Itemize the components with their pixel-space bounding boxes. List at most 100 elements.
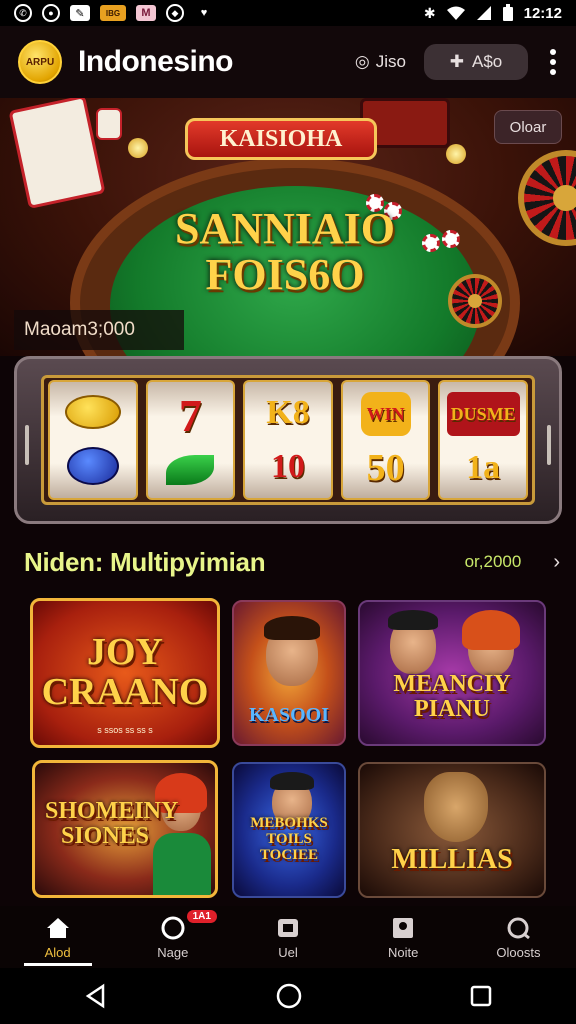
home-icon bbox=[44, 915, 72, 941]
game-title: JOY CRAANO bbox=[33, 631, 217, 713]
notification-badge: 1A1 bbox=[186, 910, 217, 923]
hero-action-button[interactable]: Oloar bbox=[494, 110, 562, 144]
status-system-icons: ✱ 12:12 bbox=[424, 4, 562, 22]
refresh-icon bbox=[504, 915, 532, 941]
hero-banner[interactable]: KAISIOHA SANNIAIO FOIS6O Oloar Maoam3;00… bbox=[0, 98, 576, 356]
slot-reel-1 bbox=[48, 380, 138, 500]
character-hair bbox=[388, 610, 438, 630]
battery-icon bbox=[502, 4, 513, 21]
slot-reels: 7 K8 10 WIN 50 DUSME 1a bbox=[41, 375, 535, 505]
playing-card-image bbox=[8, 98, 106, 210]
home-circle-icon[interactable] bbox=[275, 982, 303, 1010]
app-icon-orange: IBG bbox=[100, 5, 126, 21]
header-link-label: Jiso bbox=[375, 52, 406, 71]
game-title-text: JOY CRAANO bbox=[41, 631, 209, 713]
status-time: 12:12 bbox=[523, 4, 562, 22]
game-title: SHOMEINY SIONES bbox=[45, 798, 179, 850]
wallet-icon bbox=[274, 915, 302, 941]
win-symbol: WIN bbox=[360, 392, 411, 436]
section-count[interactable]: or,2000 bbox=[465, 552, 522, 572]
recents-icon[interactable] bbox=[469, 984, 493, 1008]
roulette-wheel-image bbox=[518, 150, 576, 246]
chat-icon bbox=[159, 915, 187, 941]
game-title: MILLIAS bbox=[391, 843, 513, 875]
reel-symbol: K8 bbox=[266, 394, 310, 431]
game-caption: s ssos ss ss s bbox=[97, 725, 153, 735]
character-hair bbox=[270, 772, 314, 790]
screenshot-icon: ✎ bbox=[70, 5, 90, 21]
nav-label: Nage bbox=[157, 944, 189, 960]
section-title: Niden: Multipyimian bbox=[24, 546, 266, 577]
seven-symbol: 7 bbox=[178, 389, 202, 441]
chevron-right-icon[interactable]: › bbox=[553, 551, 560, 574]
active-tab-indicator bbox=[23, 963, 92, 966]
slot-reel-2: 7 bbox=[145, 380, 236, 500]
status-bar: ✆ ● ✎ IBG M ◆ ♥ ✱ 12:12 bbox=[0, 0, 576, 26]
reel-symbol: 10 bbox=[270, 448, 305, 485]
wifi-icon bbox=[446, 6, 465, 20]
chip-decoration bbox=[422, 234, 440, 252]
character-hair bbox=[264, 616, 320, 640]
character-hair bbox=[462, 610, 520, 650]
logo-text: ARPU bbox=[25, 56, 55, 68]
nav-label: Oloosts bbox=[496, 944, 541, 960]
lemon-symbol bbox=[64, 395, 121, 429]
nav-item-accounts[interactable]: Oloosts bbox=[461, 906, 576, 968]
shield-icon: ◆ bbox=[166, 4, 184, 22]
app-header: ARPU Indonesino ◎ Jiso ✚ A$o bbox=[0, 26, 576, 98]
playing-card-image bbox=[96, 108, 122, 140]
record-icon: ● bbox=[42, 4, 60, 22]
status-notification-icons: ✆ ● ✎ IBG M ◆ ♥ bbox=[14, 4, 214, 22]
bluetooth-icon: ✱ bbox=[423, 4, 436, 21]
app-title: Indonesino bbox=[78, 45, 234, 78]
game-title: MEBOHKS TOILS TOCIEE bbox=[250, 815, 328, 863]
slot-reel-4: WIN 50 bbox=[340, 380, 431, 500]
system-navigation-bar bbox=[0, 968, 576, 1024]
hero-title: SANNIAIO FOIS6O bbox=[150, 206, 420, 298]
nav-item-home[interactable]: Alod bbox=[0, 906, 115, 968]
header-link[interactable]: ◎ Jiso bbox=[355, 52, 406, 72]
slot-reel-3: K8 10 bbox=[243, 380, 333, 500]
game-tile[interactable]: SHOMEINY SIONES bbox=[32, 760, 218, 898]
nav-label: Noite bbox=[388, 944, 419, 960]
section-header: Niden: Multipyimian or,2000 › bbox=[24, 542, 560, 582]
more-options-icon[interactable] bbox=[548, 49, 558, 75]
reel-symbol: 50 bbox=[366, 447, 405, 489]
roulette-wheel-image bbox=[448, 274, 502, 328]
header-pill-label: A$o bbox=[472, 52, 503, 71]
nav-item-wallet[interactable]: Uel bbox=[230, 906, 345, 968]
game-title: KASOOI bbox=[248, 704, 330, 726]
tiger-portrait bbox=[424, 772, 488, 842]
lamp-decoration bbox=[128, 138, 148, 158]
app-logo[interactable]: ARPU bbox=[18, 40, 62, 84]
user-icon: ✚ bbox=[449, 52, 464, 71]
nav-label: Alod bbox=[44, 944, 71, 960]
slot-machine[interactable]: 7 K8 10 WIN 50 DUSME 1a bbox=[14, 356, 562, 524]
nav-item-messages[interactable]: Nage 1A1 bbox=[115, 906, 230, 968]
plum-symbol bbox=[66, 447, 119, 485]
whatsapp-icon: ✆ bbox=[14, 4, 32, 22]
chip-decoration bbox=[442, 230, 460, 248]
game-tile[interactable]: MILLIAS bbox=[358, 762, 546, 898]
lamp-decoration bbox=[446, 144, 466, 164]
box-icon bbox=[389, 915, 417, 941]
slot-reel-5: DUSME 1a bbox=[438, 380, 528, 500]
nav-item-notice[interactable]: Noite bbox=[346, 906, 461, 968]
signal-icon bbox=[476, 6, 491, 20]
game-tile[interactable]: JOY CRAANO s ssos ss ss s bbox=[30, 598, 220, 748]
game-tile[interactable]: MEANCIY PIANU bbox=[358, 600, 546, 746]
slot-side-handle bbox=[547, 425, 551, 465]
game-tile[interactable]: MEBOHKS TOILS TOCIEE bbox=[232, 762, 346, 898]
heart-icon: ♥ bbox=[200, 7, 208, 19]
back-icon[interactable] bbox=[83, 983, 109, 1009]
hero-title-line2: FOIS6O bbox=[205, 250, 365, 299]
app-icon-pink: M bbox=[136, 5, 156, 21]
game-title: MEANCIY PIANU bbox=[393, 670, 511, 722]
hero-jackpot-text: Maoam3;000 bbox=[14, 310, 184, 350]
hero-brand-badge: KAISIOHA bbox=[185, 118, 377, 160]
nav-label: Uel bbox=[278, 944, 298, 960]
game-tile[interactable]: KASOOI bbox=[232, 600, 346, 746]
header-pill-button[interactable]: ✚ A$o bbox=[424, 44, 528, 80]
reel-symbol: 1a bbox=[466, 449, 501, 486]
bottom-navigation: Alod Nage 1A1 Uel Noite Oloosts bbox=[0, 906, 576, 968]
